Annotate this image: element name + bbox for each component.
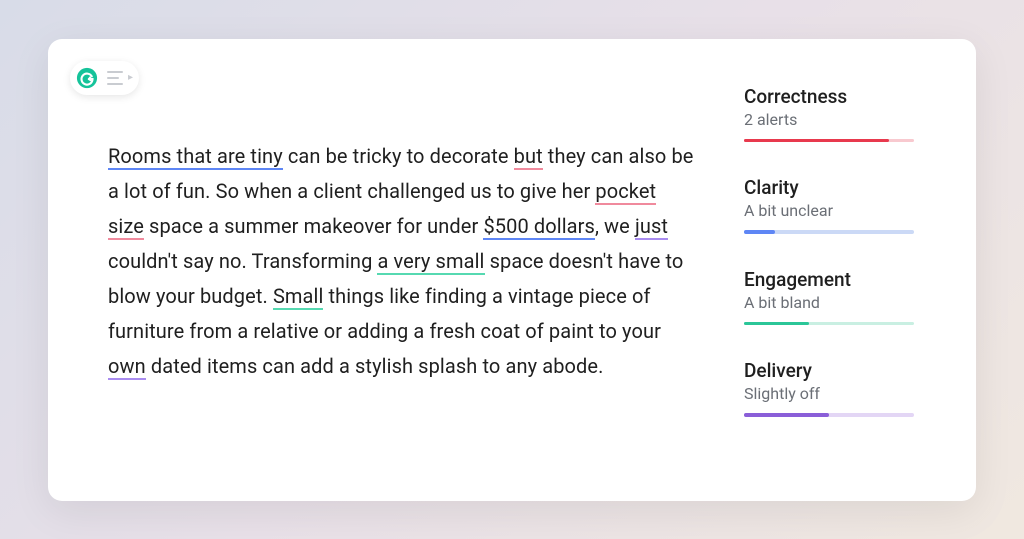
outline-icon <box>107 71 123 85</box>
chevron-right-icon: ▸ <box>128 73 133 83</box>
underlined-text-purple[interactable]: just <box>635 214 668 240</box>
document-text[interactable]: Rooms that are tiny can be tricky to dec… <box>108 139 696 384</box>
metric-bar-fill <box>744 230 775 234</box>
metric-delivery[interactable]: Delivery Slightly off <box>744 359 946 417</box>
assistant-widget[interactable]: ▸ <box>70 61 139 95</box>
metric-subtitle: A bit unclear <box>744 201 946 220</box>
underlined-text-blue[interactable]: Rooms that are tiny <box>108 144 283 170</box>
underlined-text-blue[interactable]: $500 dollars <box>483 214 595 240</box>
metric-subtitle: A bit bland <box>744 293 946 312</box>
metric-correctness[interactable]: Correctness 2 alerts <box>744 85 946 143</box>
metric-title: Clarity <box>744 176 946 199</box>
metric-bar <box>744 139 914 143</box>
suggestions-sidebar: Correctness 2 alerts Clarity A bit unclear E… <box>744 39 976 501</box>
metric-engagement[interactable]: Engagement A bit bland <box>744 268 946 326</box>
metric-bar-fill <box>744 322 809 326</box>
metric-bar <box>744 413 914 417</box>
metric-bar-fill <box>744 413 829 417</box>
underlined-text-purple[interactable]: own <box>108 354 146 380</box>
metric-title: Engagement <box>744 268 946 291</box>
metric-subtitle: 2 alerts <box>744 110 946 129</box>
metric-title: Correctness <box>744 85 946 108</box>
underlined-text-pink[interactable]: but <box>514 144 543 170</box>
metric-title: Delivery <box>744 359 946 382</box>
metric-bar-fill <box>744 139 889 143</box>
metric-clarity[interactable]: Clarity A bit unclear <box>744 176 946 234</box>
editor-pane[interactable]: Rooms that are tiny can be tricky to dec… <box>48 39 744 501</box>
metric-bar <box>744 322 914 326</box>
metric-subtitle: Slightly off <box>744 384 946 403</box>
grammarly-logo-icon <box>73 64 101 92</box>
editor-card: ▸ Rooms that are tiny can be tricky to d… <box>48 39 976 501</box>
metric-bar <box>744 230 914 234</box>
underlined-text-teal[interactable]: Small <box>273 284 324 310</box>
underlined-text-teal[interactable]: a very small <box>377 249 484 275</box>
